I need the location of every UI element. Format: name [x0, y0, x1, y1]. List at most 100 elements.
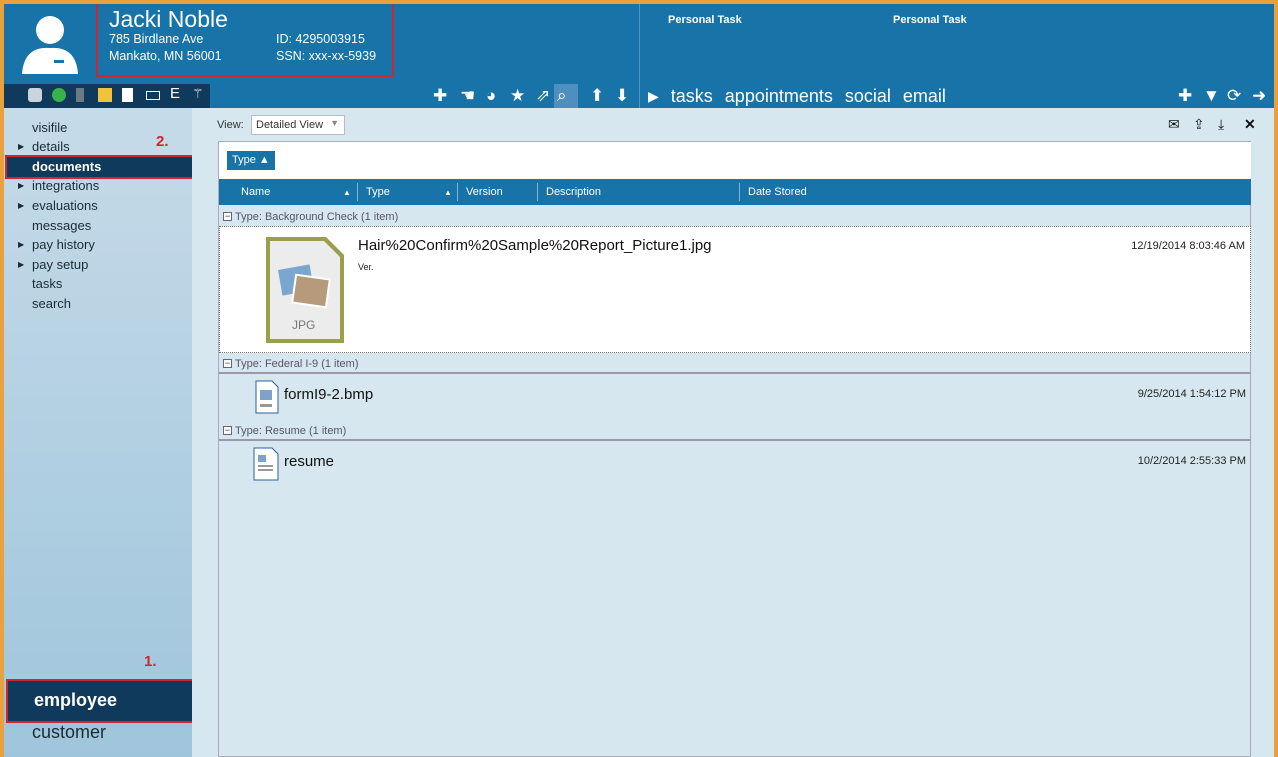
forward-icon[interactable]: ➜ [1252, 87, 1266, 104]
email-icon[interactable]: ✉ [1168, 116, 1180, 133]
expand-icon[interactable]: ▶ [18, 201, 24, 210]
document-icon[interactable] [122, 88, 133, 102]
filter-icon[interactable]: ▼ [1203, 87, 1220, 104]
date-stored: 10/2/2014 2:55:33 PM [1137, 455, 1246, 467]
tab-email[interactable]: email [903, 86, 946, 107]
column-date-stored[interactable]: Date Stored [748, 186, 807, 198]
caduceus-icon[interactable]: ⚚ [192, 86, 206, 101]
collapse-icon[interactable]: − [223, 359, 232, 368]
grid-header: Name ▲ Type ▲ Version Description Date S… [219, 179, 1251, 205]
e-icon[interactable]: E [170, 85, 184, 102]
group-title: Type: Background Check (1 item) [235, 210, 399, 223]
sidebar-item-pay-setup[interactable]: pay setup [32, 257, 88, 272]
tab-appointments[interactable]: appointments [725, 86, 833, 107]
table-row[interactable]: resume 10/2/2014 2:55:33 PM [219, 441, 1251, 489]
group-title: Type: Resume (1 item) [235, 424, 347, 437]
group-header[interactable]: − Type: Federal I-9 (1 item) [219, 355, 1251, 372]
chevron-down-icon: ▼ [330, 118, 339, 128]
column-type[interactable]: Type [366, 186, 390, 198]
record-toolbar: ✚ ☚ ◕ ★ ⇗ ⌕ ⬆ ⬇ [210, 84, 640, 108]
arrow-up-icon[interactable]: ⬆ [590, 87, 604, 104]
group-header[interactable]: − Type: Background Check (1 item) [219, 208, 1251, 225]
employee-highlight [6, 679, 210, 723]
tab-tasks[interactable]: tasks [671, 86, 713, 107]
view-select[interactable]: Detailed View ▼ [251, 115, 345, 135]
personal-task-a[interactable]: Personal Task [668, 14, 742, 26]
activity-tabs: ▶ tasks appointments social email [648, 84, 946, 108]
column-version[interactable]: Version [466, 186, 503, 198]
sidebar-item-tasks[interactable]: tasks [32, 276, 62, 291]
column-name[interactable]: Name [241, 186, 270, 198]
sidebar-item-integrations[interactable]: integrations [32, 178, 99, 193]
column-description[interactable]: Description [546, 186, 601, 198]
documents-grid: Type ▲ Name ▲ Type ▲ Version Description… [218, 141, 1251, 757]
add-icon[interactable]: ✚ [433, 87, 447, 104]
play-icon[interactable]: ▶ [648, 88, 659, 105]
group-by-type-button[interactable]: Type ▲ [227, 151, 275, 170]
sidebar-item-pay-history[interactable]: pay history [32, 237, 95, 252]
person-icon[interactable] [28, 88, 42, 102]
file-name[interactable]: resume [284, 453, 334, 470]
group-button-label: Type [232, 154, 256, 166]
employee-name: Jacki Noble [109, 6, 228, 32]
hand-icon[interactable]: ☚ [460, 87, 475, 104]
chart-icon[interactable]: ◕ [486, 87, 496, 104]
table-row[interactable]: formI9-2.bmp 9/25/2014 1:54:12 PM [219, 374, 1251, 422]
sidebar-item-details[interactable]: details [32, 139, 70, 154]
refresh-icon[interactable]: ⟳ [1227, 87, 1241, 104]
employee-street: 785 Birdlane Ave [109, 32, 204, 46]
step-2-label: 2. [156, 133, 169, 150]
sort-asc-icon: ▲ [343, 188, 351, 197]
group-header[interactable]: − Type: Resume (1 item) [219, 422, 1251, 439]
employee-icon-bar: E ⚚ [4, 84, 210, 108]
arrow-down-icon[interactable]: ⬇ [615, 87, 629, 104]
close-icon[interactable]: ✕ [1244, 116, 1256, 133]
sidebar-item-messages[interactable]: messages [32, 218, 91, 233]
search-icon[interactable]: ⌕ [554, 84, 578, 108]
collapse-icon[interactable]: − [223, 426, 232, 435]
phone-icon[interactable] [76, 88, 84, 102]
sidebar-item-search[interactable]: search [32, 296, 71, 311]
date-stored: 9/25/2014 1:54:12 PM [1137, 388, 1246, 400]
documents-panel: View: Detailed View ▼ ✉ ⇪ ⤓ ✕ Type ▲ Name… [192, 108, 1274, 757]
download-icon[interactable]: ⤓ [1218, 116, 1224, 133]
employee-ssn: SSN: xxx-xx-5939 [276, 49, 377, 63]
file-name[interactable]: formI9-2.bmp [284, 386, 373, 403]
sidebar: visifile ▶ details documents ▶ integrati… [4, 108, 210, 757]
doc-file-icon [253, 447, 279, 481]
sidebar-item-evaluations[interactable]: evaluations [32, 198, 98, 213]
file-name[interactable]: Hair%20Confirm%20Sample%20Report_Picture… [358, 237, 712, 254]
upload-icon[interactable]: ⇪ [1193, 116, 1205, 133]
employee-city: Mankato, MN 56001 [109, 49, 222, 63]
jpg-file-icon: JPG [266, 237, 344, 343]
add-activity-icon[interactable]: ✚ [1178, 87, 1192, 104]
module-customer[interactable]: customer [32, 722, 106, 743]
external-link-icon[interactable]: ⇗ [536, 87, 550, 104]
group-title: Type: Federal I-9 (1 item) [235, 357, 359, 370]
employee-avatar [4, 4, 94, 84]
personal-task-b[interactable]: Personal Task [893, 14, 967, 26]
group-panel: Type ▲ [219, 142, 1251, 179]
step-1-label: 1. [144, 653, 157, 670]
star-icon[interactable]: ★ [510, 87, 525, 104]
documents-highlight [5, 155, 209, 179]
bmp-file-icon [255, 380, 279, 414]
view-select-value: Detailed View [256, 119, 324, 131]
expand-icon[interactable]: ▶ [18, 260, 24, 269]
table-row[interactable]: JPG Hair%20Confirm%20Sample%20Report_Pic… [219, 226, 1251, 353]
card-icon[interactable] [146, 91, 160, 100]
collapse-icon[interactable]: − [223, 212, 232, 221]
employee-id: ID: 4295003915 [276, 32, 365, 46]
expand-icon[interactable]: ▶ [18, 181, 24, 190]
date-stored: 12/19/2014 8:03:46 AM [1131, 240, 1245, 252]
version-text: Ver. [358, 262, 374, 272]
thumb-label: JPG [292, 318, 315, 332]
sidebar-item-visifile[interactable]: visifile [32, 120, 67, 135]
expand-icon[interactable]: ▶ [18, 142, 24, 151]
sort-asc-icon: ▲ [444, 188, 452, 197]
expand-icon[interactable]: ▶ [18, 240, 24, 249]
view-label: View: [217, 119, 244, 131]
tab-social[interactable]: social [845, 86, 891, 107]
status-icon[interactable] [52, 88, 66, 102]
dna-icon[interactable] [98, 88, 112, 102]
